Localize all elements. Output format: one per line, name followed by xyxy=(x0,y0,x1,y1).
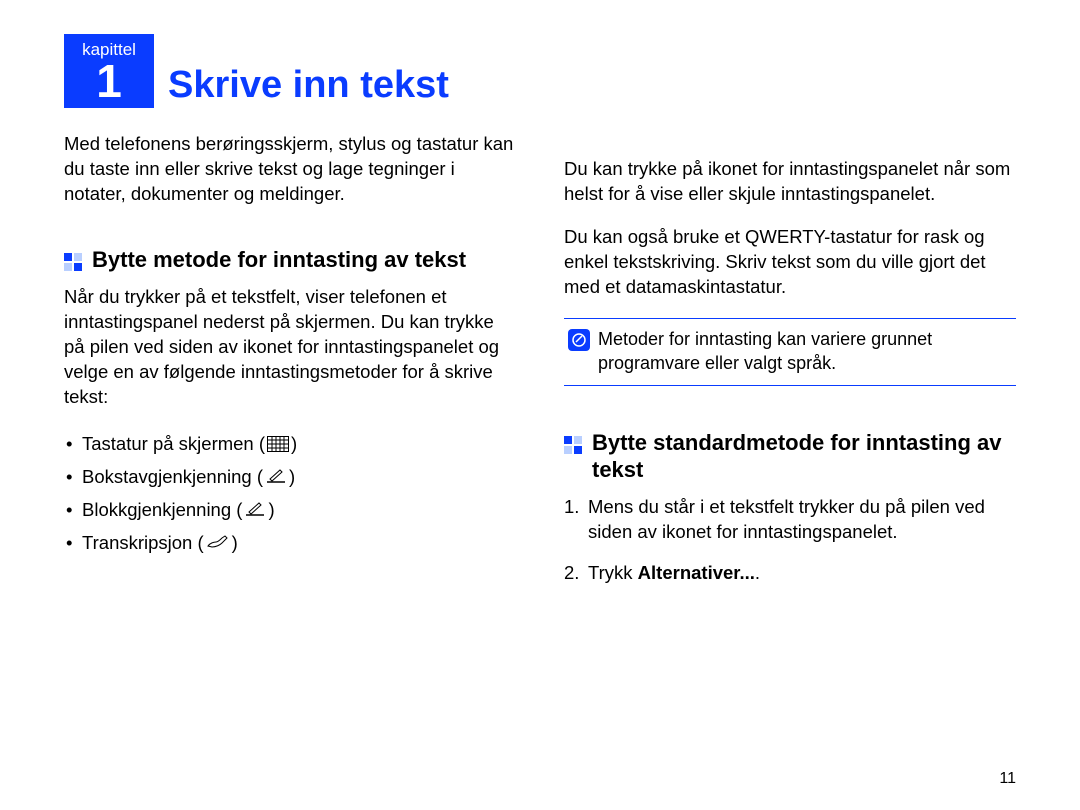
list-item: Blokkgjenkjenning () xyxy=(64,494,516,527)
section-squares-icon xyxy=(64,253,82,271)
col2-paragraph-2: Du kan også bruke et QWERTY-tastatur for… xyxy=(564,225,1016,300)
step-item: Mens du står i et tekstfelt trykker du p… xyxy=(564,495,1016,545)
list-item: Transkripsjon () xyxy=(64,527,516,560)
chapter-title: Skrive inn tekst xyxy=(168,66,449,108)
section-squares-icon xyxy=(564,436,582,454)
hand-pen-icon xyxy=(206,528,230,559)
note-text: Metoder for inntasting kan variere grunn… xyxy=(598,327,1012,376)
section-1-header: Bytte metode for inntasting av tekst xyxy=(64,247,516,273)
note-box: Metoder for inntasting kan variere grunn… xyxy=(564,318,1016,387)
section-1-title: Bytte metode for inntasting av tekst xyxy=(92,247,466,273)
list-close: ) xyxy=(289,466,295,487)
section-2-title: Bytte standardmetode for inntasting av t… xyxy=(592,430,1016,483)
step-prefix: Trykk xyxy=(588,562,638,583)
list-item: Bokstavgjenkjenning () xyxy=(64,461,516,494)
list-close: ) xyxy=(232,532,238,553)
list-label: Bokstavgjenkjenning ( xyxy=(82,466,263,487)
section-2-header: Bytte standardmetode for inntasting av t… xyxy=(564,430,1016,483)
step-text: Mens du står i et tekstfelt trykker du p… xyxy=(588,496,985,542)
step-bold: Alternativer... xyxy=(638,562,755,583)
list-close: ) xyxy=(291,433,297,454)
col2-paragraph-1: Du kan trykke på ikonet for inntastingsp… xyxy=(564,157,1016,207)
section-1-body: Når du trykker på et tekstfelt, viser te… xyxy=(64,285,516,410)
chapter-number: 1 xyxy=(64,58,154,104)
list-close: ) xyxy=(268,499,274,520)
pen-icon xyxy=(265,462,287,493)
keyboard-icon xyxy=(267,430,289,461)
list-label: Transkripsjon ( xyxy=(82,532,204,553)
list-label: Blokkgjenkjenning ( xyxy=(82,499,242,520)
step-item: Trykk Alternativer.... xyxy=(564,561,1016,586)
intro-paragraph: Med telefonens berøringsskjerm, stylus o… xyxy=(64,132,516,207)
chapter-badge: kapittel 1 xyxy=(64,34,154,108)
list-item: Tastatur på skjermen () xyxy=(64,428,516,461)
pen-icon xyxy=(244,495,266,526)
input-methods-list: Tastatur på skjermen () Bokstavgjenkjenn… xyxy=(64,428,516,559)
chapter-header: kapittel 1 Skrive inn tekst xyxy=(64,34,516,108)
note-icon xyxy=(568,329,590,351)
list-label: Tastatur på skjermen ( xyxy=(82,433,265,454)
steps-list: Mens du står i et tekstfelt trykker du p… xyxy=(564,495,1016,586)
step-suffix: . xyxy=(755,562,760,583)
page-number: 11 xyxy=(999,770,1016,788)
